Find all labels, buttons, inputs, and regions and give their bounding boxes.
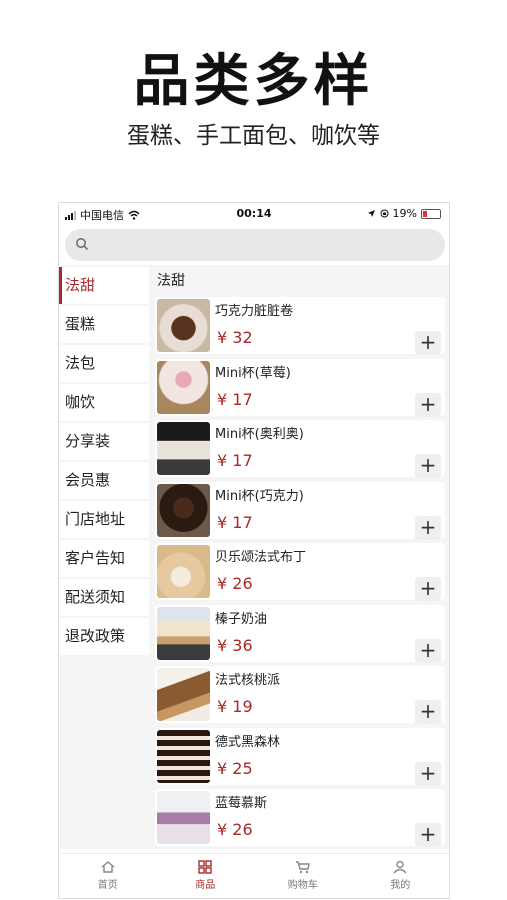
tab-label: 首页 [97,880,118,891]
battery-percent: 19% [392,207,417,220]
product-price: ¥ 36 [217,635,253,655]
content-area: 法甜 蛋糕 法包 咖饮 分享装 会员惠 门店地址 客户告知 配送须知 退改政策 … [59,265,449,849]
product-list: 法甜 巧克力脏脏卷 ¥ 32 + Mini杯(草莓) ¥ 17 + Mini杯(… [155,265,445,849]
product-card[interactable]: 德式黑森林 ¥ 25 + [155,727,445,786]
add-to-cart-button[interactable]: + [415,823,441,847]
search-icon [76,238,89,251]
user-icon [393,860,407,874]
add-to-cart-button[interactable]: + [415,331,441,355]
cart-icon [295,861,310,874]
product-card[interactable]: 蓝莓慕斯 ¥ 26 + [155,789,445,847]
product-image [157,545,210,598]
sidebar-item-member[interactable]: 会员惠 [59,462,149,499]
add-to-cart-button[interactable]: + [415,454,441,478]
product-name: 蓝莓慕斯 [215,796,268,811]
product-name: 贝乐颂法式布丁 [215,550,307,565]
sidebar-item-coffee[interactable]: 咖饮 [59,384,149,421]
product-price: ¥ 17 [217,451,253,470]
promo-subline: 蛋糕、手工面包、咖饮等 [127,123,380,149]
promo-headline: 品类多样 [133,49,374,114]
product-name: Mini杯(巧克力) [215,488,304,504]
product-card[interactable]: 榛子奶油 ¥ 36 + [155,604,445,663]
product-image [157,791,210,844]
tab-label: 商品 [195,880,216,891]
add-to-cart-button[interactable]: + [415,515,441,540]
sidebar-item-fatian[interactable]: 法甜 [59,267,149,304]
tab-label: 购物车 [287,880,318,891]
product-name: 法式核桃派 [215,673,281,688]
add-to-cart-button[interactable]: + [415,577,441,601]
search-bar[interactable] [65,229,445,261]
phone-screen: 中国电信 00:14 19% 法甜 蛋糕 法包 咖饮 分享装 会员惠 门店地址 … [58,202,450,899]
sidebar-item-customer-notice[interactable]: 客户告知 [59,540,149,577]
product-image [157,360,210,414]
product-card[interactable]: 法式核桃派 ¥ 19 + [155,666,445,724]
battery-icon [421,208,441,219]
product-price: ¥ 17 [217,512,253,532]
product-image [157,422,210,475]
product-card[interactable]: Mini杯(草莓) ¥ 17 + [155,358,445,417]
product-name: 巧克力脏脏卷 [215,304,294,319]
tab-home[interactable]: 首页 [59,854,157,898]
product-name: 榛子奶油 [215,611,268,627]
tab-profile[interactable]: 我的 [352,854,450,898]
grid-icon [198,860,212,874]
sidebar-item-bread[interactable]: 法包 [59,345,149,382]
add-to-cart-button[interactable]: + [415,761,441,786]
product-image [157,483,210,537]
add-to-cart-button[interactable]: + [415,638,441,663]
add-to-cart-button[interactable]: + [415,392,441,417]
product-price: ¥ 26 [217,820,253,839]
add-to-cart-button[interactable]: + [415,700,441,724]
product-name: Mini杯(奥利奥) [215,427,304,442]
product-price: ¥ 25 [217,758,253,778]
product-image [157,668,210,721]
tab-products[interactable]: 商品 [157,854,255,898]
product-price: ¥ 17 [217,389,253,409]
home-icon [101,861,115,873]
product-price: ¥ 32 [217,328,253,347]
sidebar-item-share-pack[interactable]: 分享装 [59,423,149,460]
product-image [157,606,210,660]
tab-cart[interactable]: 购物车 [254,854,352,898]
product-image [157,299,210,352]
product-card[interactable]: 巧克力脏脏卷 ¥ 32 + [155,297,445,355]
section-title: 法甜 [157,273,185,289]
sidebar-item-delivery[interactable]: 配送须知 [59,579,149,616]
location-icon [367,210,375,217]
product-price: ¥ 19 [217,697,253,716]
sidebar-item-store-address[interactable]: 门店地址 [59,501,149,538]
lock-rotation-icon [380,209,389,218]
product-name: Mini杯(草莓) [215,365,291,381]
product-image [157,729,210,783]
bottom-tab-bar: 首页 商品 购物车 我的 [59,853,450,898]
product-card[interactable]: Mini杯(巧克力) ¥ 17 + [155,481,445,540]
sidebar-item-refund-policy[interactable]: 退改政策 [59,618,149,655]
product-card[interactable]: Mini杯(奥利奥) ¥ 17 + [155,420,445,478]
sidebar-item-cake[interactable]: 蛋糕 [59,306,149,343]
product-name: 德式黑森林 [215,734,281,750]
category-sidebar: 法甜 蛋糕 法包 咖饮 分享装 会员惠 门店地址 客户告知 配送须知 退改政策 [59,265,151,849]
status-bar: 中国电信 00:14 19% [59,203,449,225]
tab-label: 我的 [390,880,411,891]
product-price: ¥ 26 [217,574,253,593]
product-card[interactable]: 贝乐颂法式布丁 ¥ 26 + [155,543,445,601]
